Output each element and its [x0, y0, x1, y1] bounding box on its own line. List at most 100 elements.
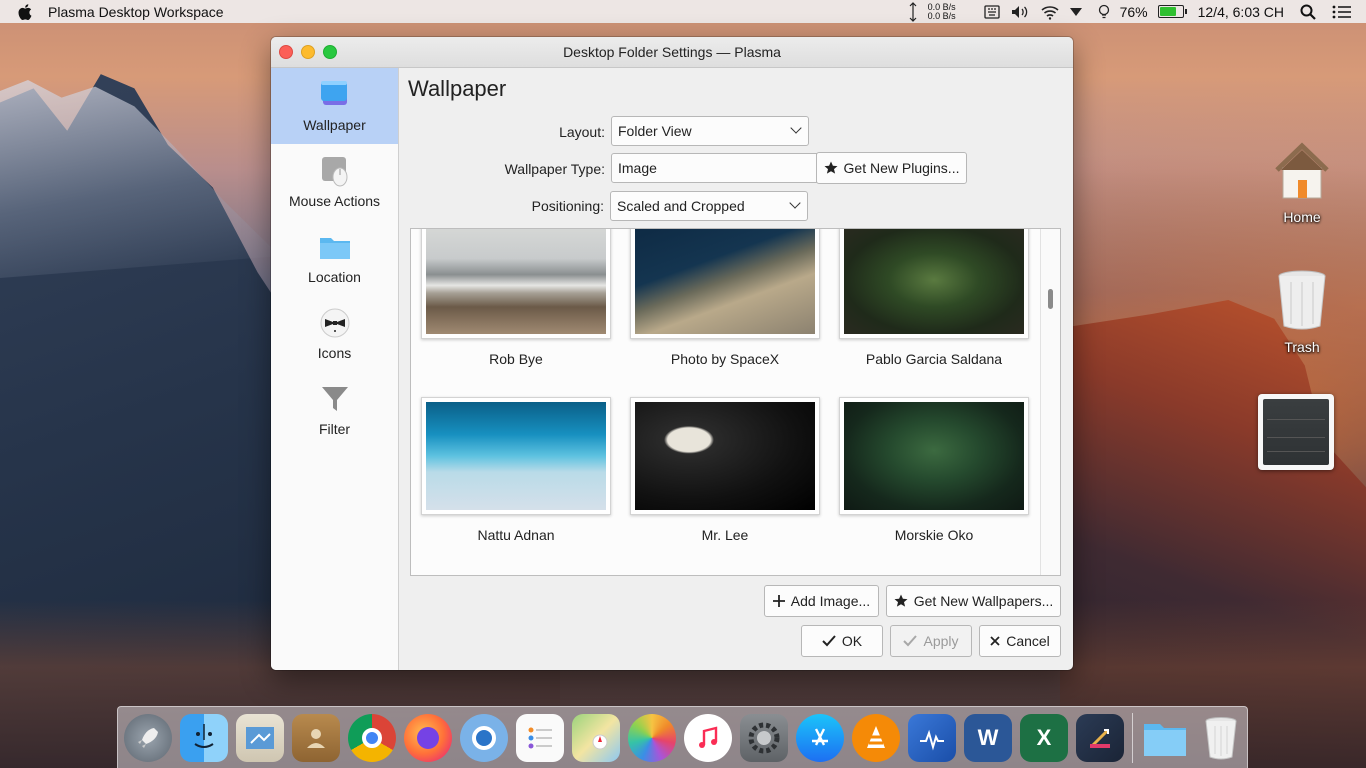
launchpad-icon[interactable] — [124, 713, 172, 762]
minimize-button[interactable] — [301, 45, 315, 59]
desktop-widget[interactable] — [1258, 394, 1334, 470]
get-new-wallpapers-label: Get New Wallpapers... — [913, 593, 1054, 609]
vlc-icon[interactable] — [852, 713, 900, 762]
get-new-wallpapers-button[interactable]: Get New Wallpapers... — [886, 585, 1061, 617]
mouse-icon — [319, 155, 351, 187]
activity-monitor-icon[interactable] — [908, 713, 956, 762]
get-new-plugins-button[interactable]: Get New Plugins... — [816, 152, 967, 184]
wallpaper-thumbnail[interactable]: Morskie Oko — [839, 397, 1029, 543]
wallpaper-thumbnail[interactable]: Nattu Adnan — [421, 397, 611, 543]
settings-sidebar: Wallpaper Mouse Actions Location Icons F… — [271, 68, 399, 670]
layout-combobox[interactable]: Folder View — [611, 116, 809, 146]
dev-tool-icon[interactable] — [1076, 713, 1124, 762]
add-image-label: Add Image... — [790, 593, 871, 609]
sidebar-item-location[interactable]: Location — [271, 220, 398, 296]
wallpaper-icon — [319, 79, 351, 111]
sidebar-item-icons[interactable]: Icons — [271, 296, 398, 372]
chrome-icon[interactable] — [348, 713, 396, 762]
net-download-speed: 0.0 B/s — [927, 10, 956, 21]
desktop-home[interactable]: Home — [1262, 140, 1342, 225]
positioning-value: Scaled and Cropped — [617, 198, 745, 214]
wallpaper-thumbnail[interactable]: Photo by SpaceX — [630, 229, 820, 367]
thumbnail-frame — [421, 397, 611, 515]
thumbnail-image — [844, 229, 1024, 334]
close-icon — [990, 636, 1000, 646]
sidebar-item-label: Location — [308, 269, 361, 285]
star-icon — [894, 594, 908, 607]
ok-button[interactable]: OK — [801, 625, 883, 657]
window-controls — [279, 45, 337, 59]
widget-preview — [1263, 399, 1329, 465]
home-icon — [1275, 142, 1329, 199]
chromium-icon[interactable] — [460, 713, 508, 762]
maps-icon[interactable] — [572, 713, 620, 762]
sidebar-item-filter[interactable]: Filter — [271, 372, 398, 448]
menu-bar: Plasma Desktop Workspace 0.0 B/s 0.0 B/s… — [0, 0, 1366, 23]
get-new-plugins-label: Get New Plugins... — [843, 160, 960, 176]
settings-content: Wallpaper Layout: Folder View Wallpaper … — [400, 68, 1073, 670]
thumbnail-image — [635, 229, 815, 334]
desktop-trash[interactable]: Trash — [1262, 268, 1342, 355]
positioning-label: Positioning: — [531, 198, 604, 214]
mail-icon[interactable] — [236, 713, 284, 762]
wallpaper-type-combobox[interactable]: Image — [611, 153, 817, 183]
lightbulb-icon[interactable] — [1098, 4, 1110, 20]
contacts-icon[interactable] — [292, 713, 340, 762]
network-speed: 0.0 B/s 0.0 B/s — [927, 2, 956, 21]
positioning-combobox[interactable]: Scaled and Cropped — [610, 191, 808, 221]
cancel-label: Cancel — [1006, 633, 1050, 649]
maximize-button[interactable] — [323, 45, 337, 59]
thumbnail-caption: Rob Bye — [489, 351, 543, 367]
sidebar-item-label: Icons — [317, 345, 352, 361]
checkmark-icon — [903, 635, 918, 647]
scrollbar-thumb[interactable] — [1048, 289, 1053, 309]
network-activity-icon — [909, 1, 916, 22]
apply-label: Apply — [923, 633, 959, 649]
close-button[interactable] — [279, 45, 293, 59]
sidebar-item-label: Filter — [318, 421, 351, 437]
battery-icon[interactable] — [1157, 5, 1187, 18]
sidebar-item-wallpaper[interactable]: Wallpaper — [271, 68, 398, 144]
window-titlebar[interactable]: Desktop Folder Settings — Plasma — [271, 37, 1073, 68]
volume-icon[interactable] — [1010, 4, 1030, 20]
music-icon[interactable] — [684, 713, 732, 762]
thumbnail-caption: Pablo Garcia Saldana — [865, 351, 1003, 367]
add-image-button[interactable]: Add Image... — [764, 585, 879, 617]
app-store-icon[interactable] — [796, 713, 844, 762]
notification-center-icon[interactable] — [1332, 5, 1352, 19]
sidebar-item-mouse-actions[interactable]: Mouse Actions — [271, 144, 398, 220]
keyboard-layout-icon[interactable] — [983, 4, 1000, 20]
thumbnail-image — [844, 402, 1024, 510]
wallpaper-gallery[interactable]: Rob Bye Photo by SpaceX Pablo Garcia Sal… — [410, 228, 1061, 576]
wallpaper-thumbnail[interactable]: Pablo Garcia Saldana — [839, 229, 1029, 367]
finder-icon[interactable] — [180, 713, 228, 762]
thumbnail-image — [426, 229, 606, 334]
cancel-button[interactable]: Cancel — [979, 625, 1061, 657]
wifi-icon[interactable] — [1040, 4, 1060, 20]
apply-button[interactable]: Apply — [890, 625, 972, 657]
gallery-scrollbar[interactable] — [1040, 229, 1060, 575]
thumbnail-frame — [630, 229, 820, 339]
thumbnail-frame — [839, 229, 1029, 339]
wallpaper-thumbnail[interactable]: Rob Bye — [421, 229, 611, 367]
excel-icon[interactable]: X — [1020, 713, 1068, 762]
layout-label: Layout: — [559, 124, 605, 140]
word-icon[interactable]: W — [964, 713, 1012, 762]
system-preferences-icon[interactable] — [740, 713, 788, 762]
apple-icon[interactable] — [18, 3, 32, 20]
photos-icon[interactable] — [628, 713, 676, 762]
plus-icon — [772, 595, 785, 607]
wallpaper-thumbnail[interactable]: Mr. Lee — [630, 397, 820, 543]
active-app-title[interactable]: Plasma Desktop Workspace — [48, 4, 224, 20]
chevron-down-icon — [790, 122, 802, 134]
desktop-home-label: Home — [1283, 209, 1321, 225]
reminders-icon[interactable] — [516, 713, 564, 762]
downloads-folder-icon[interactable] — [1141, 714, 1189, 762]
clock[interactable]: 12/4, 6:03 CH — [1198, 4, 1284, 20]
filter-icon — [319, 383, 351, 415]
dock-separator — [1132, 712, 1133, 763]
search-icon[interactable] — [1300, 4, 1316, 20]
chevron-down-icon[interactable] — [1069, 7, 1082, 17]
trash-icon[interactable] — [1197, 714, 1245, 762]
firefox-icon[interactable] — [404, 713, 452, 762]
